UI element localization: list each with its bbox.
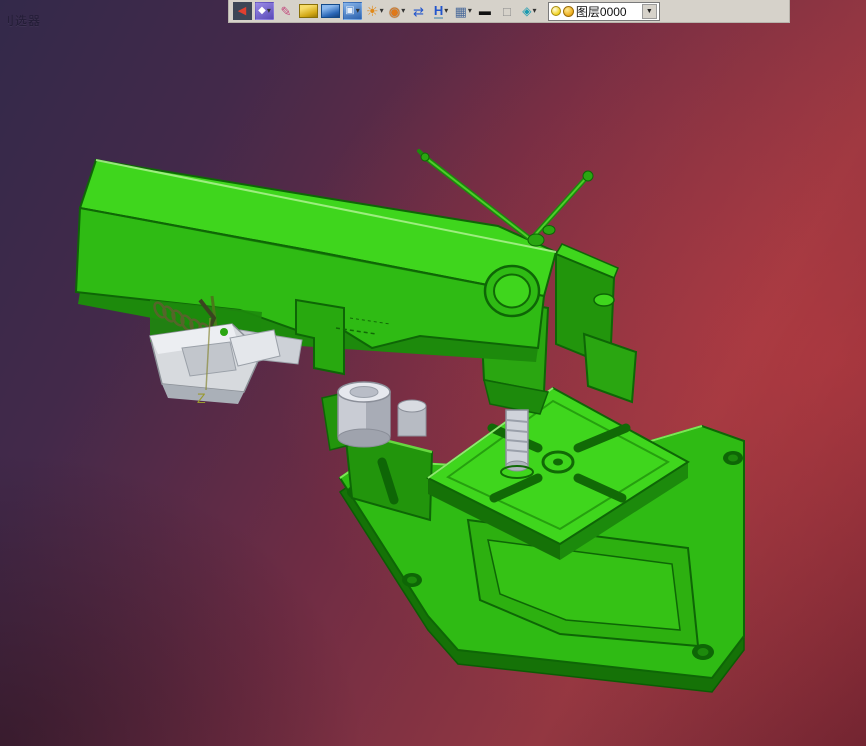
z-axis-label: Z [197, 390, 206, 406]
swivel-cylinder[interactable] [321, 381, 427, 451]
3d-viewport[interactable]: Z [0, 0, 866, 746]
model-svg [74, 149, 745, 693]
app-window: 刂选器 ◀ ◆ ▾ ✎ ▣ ▾ ☀ ▾ ◉ ▾ ⇄ H ▾ ▦ ▾ ▬ □ ◈ … [0, 0, 866, 746]
right-bracket[interactable] [554, 243, 638, 404]
main-arm[interactable] [74, 158, 558, 376]
